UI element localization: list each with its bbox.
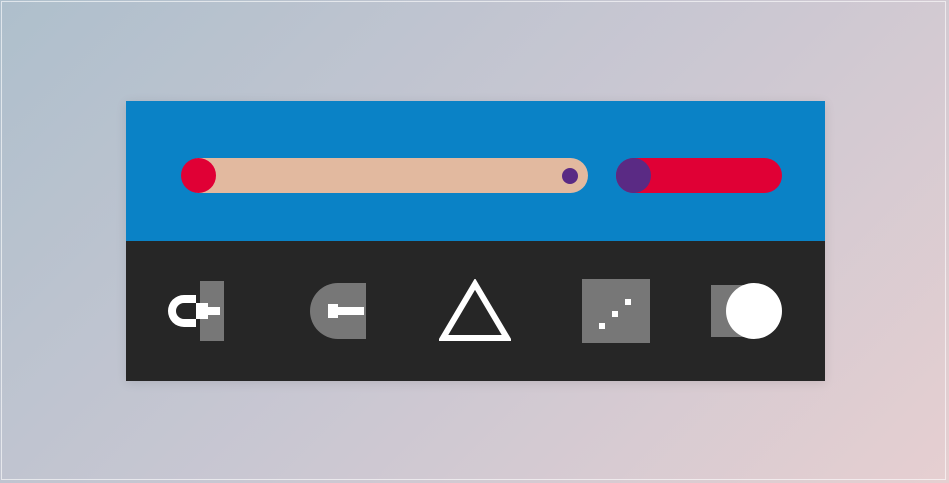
half-round-tab-icon	[310, 283, 366, 339]
tool-panel	[126, 241, 825, 381]
toggle-knob[interactable]	[616, 158, 651, 193]
tool-button-dotted-square[interactable]	[580, 279, 652, 343]
tool-button-circle-square[interactable]	[711, 279, 783, 343]
slider-track[interactable]	[182, 158, 588, 193]
tool-button-half-round-tab[interactable]	[300, 279, 372, 343]
tool-button-magnet[interactable]	[154, 279, 226, 343]
slider-end-marker	[562, 168, 578, 184]
circle-square-icon	[711, 283, 782, 339]
magnet-icon	[168, 281, 224, 341]
dotted-square-icon	[582, 279, 650, 343]
tool-button-triangle[interactable]	[439, 279, 511, 343]
slider-start-knob[interactable]	[181, 158, 216, 193]
triangle-icon	[439, 279, 511, 341]
top-panel	[126, 101, 825, 241]
control-card	[126, 101, 825, 381]
